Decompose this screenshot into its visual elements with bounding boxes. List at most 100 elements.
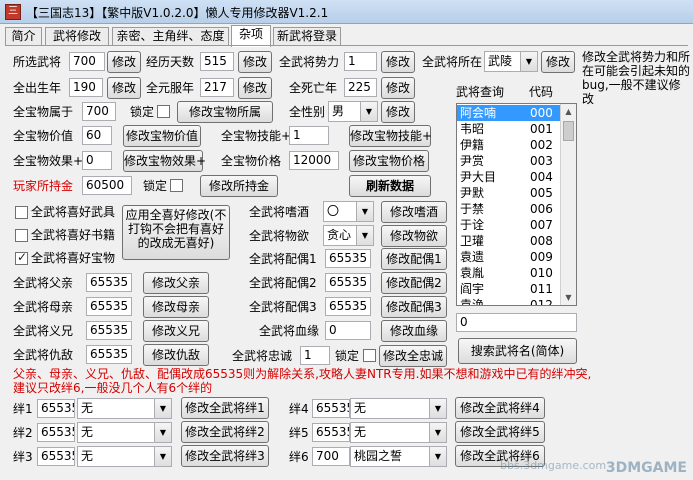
mother-modify-button[interactable]: 修改母亲	[143, 296, 209, 318]
scroll-down-icon[interactable]: ▼	[561, 290, 576, 305]
general-modify-button[interactable]: 修改	[107, 51, 141, 73]
general-input[interactable]: 700	[69, 52, 105, 71]
loyal-input[interactable]: 1	[300, 346, 330, 365]
spouse1-modify-button[interactable]: 修改配偶1	[381, 248, 447, 270]
enemy-modify-button[interactable]: 修改仇敌	[143, 344, 209, 366]
list-item[interactable]: 于禁 006	[457, 201, 561, 217]
fav-weapon-checkbox[interactable]	[15, 206, 28, 219]
city-modify-button[interactable]: 修改	[541, 51, 575, 73]
search-input[interactable]: 0	[456, 313, 577, 332]
desire-modify-button[interactable]: 修改物欲	[381, 225, 447, 247]
death-input[interactable]: 225	[344, 78, 377, 97]
spouse3-modify-button[interactable]: 修改配偶3	[381, 296, 447, 318]
service-input[interactable]: 217	[200, 78, 234, 97]
tprice-modify-button[interactable]: 修改宝物价格	[349, 150, 429, 172]
list-item[interactable]: 尹默 005	[457, 185, 561, 201]
spouse3-input[interactable]: 65535	[325, 297, 371, 316]
bond3-input[interactable]: 65535	[37, 447, 75, 466]
refresh-button[interactable]: 刷新数据	[349, 175, 431, 197]
owner-lock-checkbox[interactable]	[157, 105, 170, 118]
service-modify-button[interactable]: 修改	[238, 77, 272, 99]
father-modify-button[interactable]: 修改父亲	[143, 272, 209, 294]
list-item[interactable]: 袁涣 012	[457, 297, 561, 305]
apply-preferences-button[interactable]: 应用全喜好修改(不打钩不会把有喜好的改成无喜好)	[122, 205, 230, 260]
tab-misc[interactable]: 杂项	[231, 25, 271, 47]
teffect-modify-button[interactable]: 修改宝物效果+	[123, 150, 206, 172]
tab-intimacy[interactable]: 亲密、主角绊、态度	[112, 27, 229, 46]
teffect-input[interactable]: 0	[82, 151, 112, 170]
spouse2-modify-button[interactable]: 修改配偶2	[381, 272, 447, 294]
scroll-up-icon[interactable]: ▲	[561, 104, 576, 119]
tprice-input[interactable]: 12000	[289, 151, 339, 170]
force-modify-button[interactable]: 修改	[381, 51, 415, 73]
bond6-select[interactable]: 桃园之誓 ▼	[350, 446, 447, 467]
father-input[interactable]: 65535	[86, 273, 132, 292]
brother-modify-button[interactable]: 修改义兄	[143, 320, 209, 342]
bond4-select[interactable]: 无 ▼	[350, 398, 447, 419]
bond1-select[interactable]: 无 ▼	[77, 398, 172, 419]
list-item[interactable]: 阿会喃 000	[457, 105, 561, 121]
bond5-modify-button[interactable]: 修改全武将绊5	[455, 421, 545, 443]
bond3-modify-button[interactable]: 修改全武将绊3	[181, 445, 269, 467]
tab-general-edit[interactable]: 武将修改	[45, 27, 109, 46]
list-item[interactable]: 袁胤 010	[457, 265, 561, 281]
owner-input[interactable]: 700	[82, 102, 116, 121]
scroll-thumb[interactable]	[563, 121, 574, 141]
bond2-modify-button[interactable]: 修改全武将绊2	[181, 421, 269, 443]
loyal-modify-button[interactable]: 修改全忠诚	[379, 345, 447, 367]
wine-select[interactable]: 〇 ▼	[323, 201, 374, 222]
birth-modify-button[interactable]: 修改	[107, 77, 141, 99]
brother-input[interactable]: 65535	[86, 321, 132, 340]
fav-book-checkbox[interactable]	[15, 229, 28, 242]
days-modify-button[interactable]: 修改	[238, 51, 272, 73]
search-button[interactable]: 搜索武将名(简体)	[458, 338, 577, 364]
bond4-input[interactable]: 65535	[312, 399, 350, 418]
bond1-modify-button[interactable]: 修改全武将绊1	[181, 397, 269, 419]
gold-modify-button[interactable]: 修改所持金	[200, 175, 278, 197]
bond2-input[interactable]: 65535	[37, 423, 75, 442]
loyal-lock-checkbox[interactable]	[363, 349, 376, 362]
blood-input[interactable]: 0	[325, 321, 371, 340]
list-item[interactable]: 于诠 007	[457, 217, 561, 233]
days-input[interactable]: 515	[200, 52, 234, 71]
mother-input[interactable]: 65535	[86, 297, 132, 316]
tab-new-general[interactable]: 新武将登录	[273, 27, 341, 46]
general-listbox[interactable]: 阿会喃 000 韦昭 001 伊籍 002 尹赏 003 尹大目 004 尹默 005 于禁…	[456, 103, 577, 306]
tskill-input[interactable]: 1	[289, 126, 329, 145]
bond3-select[interactable]: 无 ▼	[77, 446, 172, 467]
list-scrollbar[interactable]: ▲ ▼	[560, 104, 576, 305]
bond2-select[interactable]: 无 ▼	[77, 422, 172, 443]
enemy-input[interactable]: 65535	[86, 345, 132, 364]
list-item[interactable]: 韦昭 001	[457, 121, 561, 137]
list-item[interactable]: 卫瓘 008	[457, 233, 561, 249]
force-input[interactable]: 1	[344, 52, 377, 71]
owner-modify-button[interactable]: 修改宝物所属	[177, 101, 273, 123]
blood-modify-button[interactable]: 修改血缘	[381, 320, 447, 342]
bond6-input[interactable]: 700	[312, 447, 350, 466]
gender-modify-button[interactable]: 修改	[381, 101, 415, 123]
tvalue-input[interactable]: 60	[82, 126, 112, 145]
death-modify-button[interactable]: 修改	[381, 77, 415, 99]
gender-select[interactable]: 男 ▼	[328, 101, 378, 122]
wine-modify-button[interactable]: 修改嗜酒	[381, 201, 447, 223]
tab-intro[interactable]: 简介	[5, 27, 42, 46]
fav-treasure-checkbox[interactable]	[15, 250, 28, 265]
desire-select[interactable]: 贪心 ▼	[323, 225, 374, 246]
list-item[interactable]: 尹赏 003	[457, 153, 561, 169]
list-item[interactable]: 袁遗 009	[457, 249, 561, 265]
bond4-modify-button[interactable]: 修改全武将绊4	[455, 397, 545, 419]
list-item[interactable]: 阎宇 011	[457, 281, 561, 297]
spouse1-input[interactable]: 65535	[325, 249, 371, 268]
tskill-modify-button[interactable]: 修改宝物技能+	[349, 125, 432, 147]
gold-lock-checkbox[interactable]	[170, 179, 183, 192]
list-item[interactable]: 伊籍 002	[457, 137, 561, 153]
bond5-input[interactable]: 65535	[312, 423, 350, 442]
birth-input[interactable]: 190	[69, 78, 103, 97]
city-select[interactable]: 武陵 ▼	[484, 51, 538, 72]
bond1-input[interactable]: 65535	[37, 399, 75, 418]
bond5-select[interactable]: 无 ▼	[350, 422, 447, 443]
spouse2-input[interactable]: 65535	[325, 273, 371, 292]
tvalue-modify-button[interactable]: 修改宝物价值	[123, 125, 201, 147]
gold-input[interactable]: 60500	[82, 176, 132, 195]
list-item[interactable]: 尹大目 004	[457, 169, 561, 185]
